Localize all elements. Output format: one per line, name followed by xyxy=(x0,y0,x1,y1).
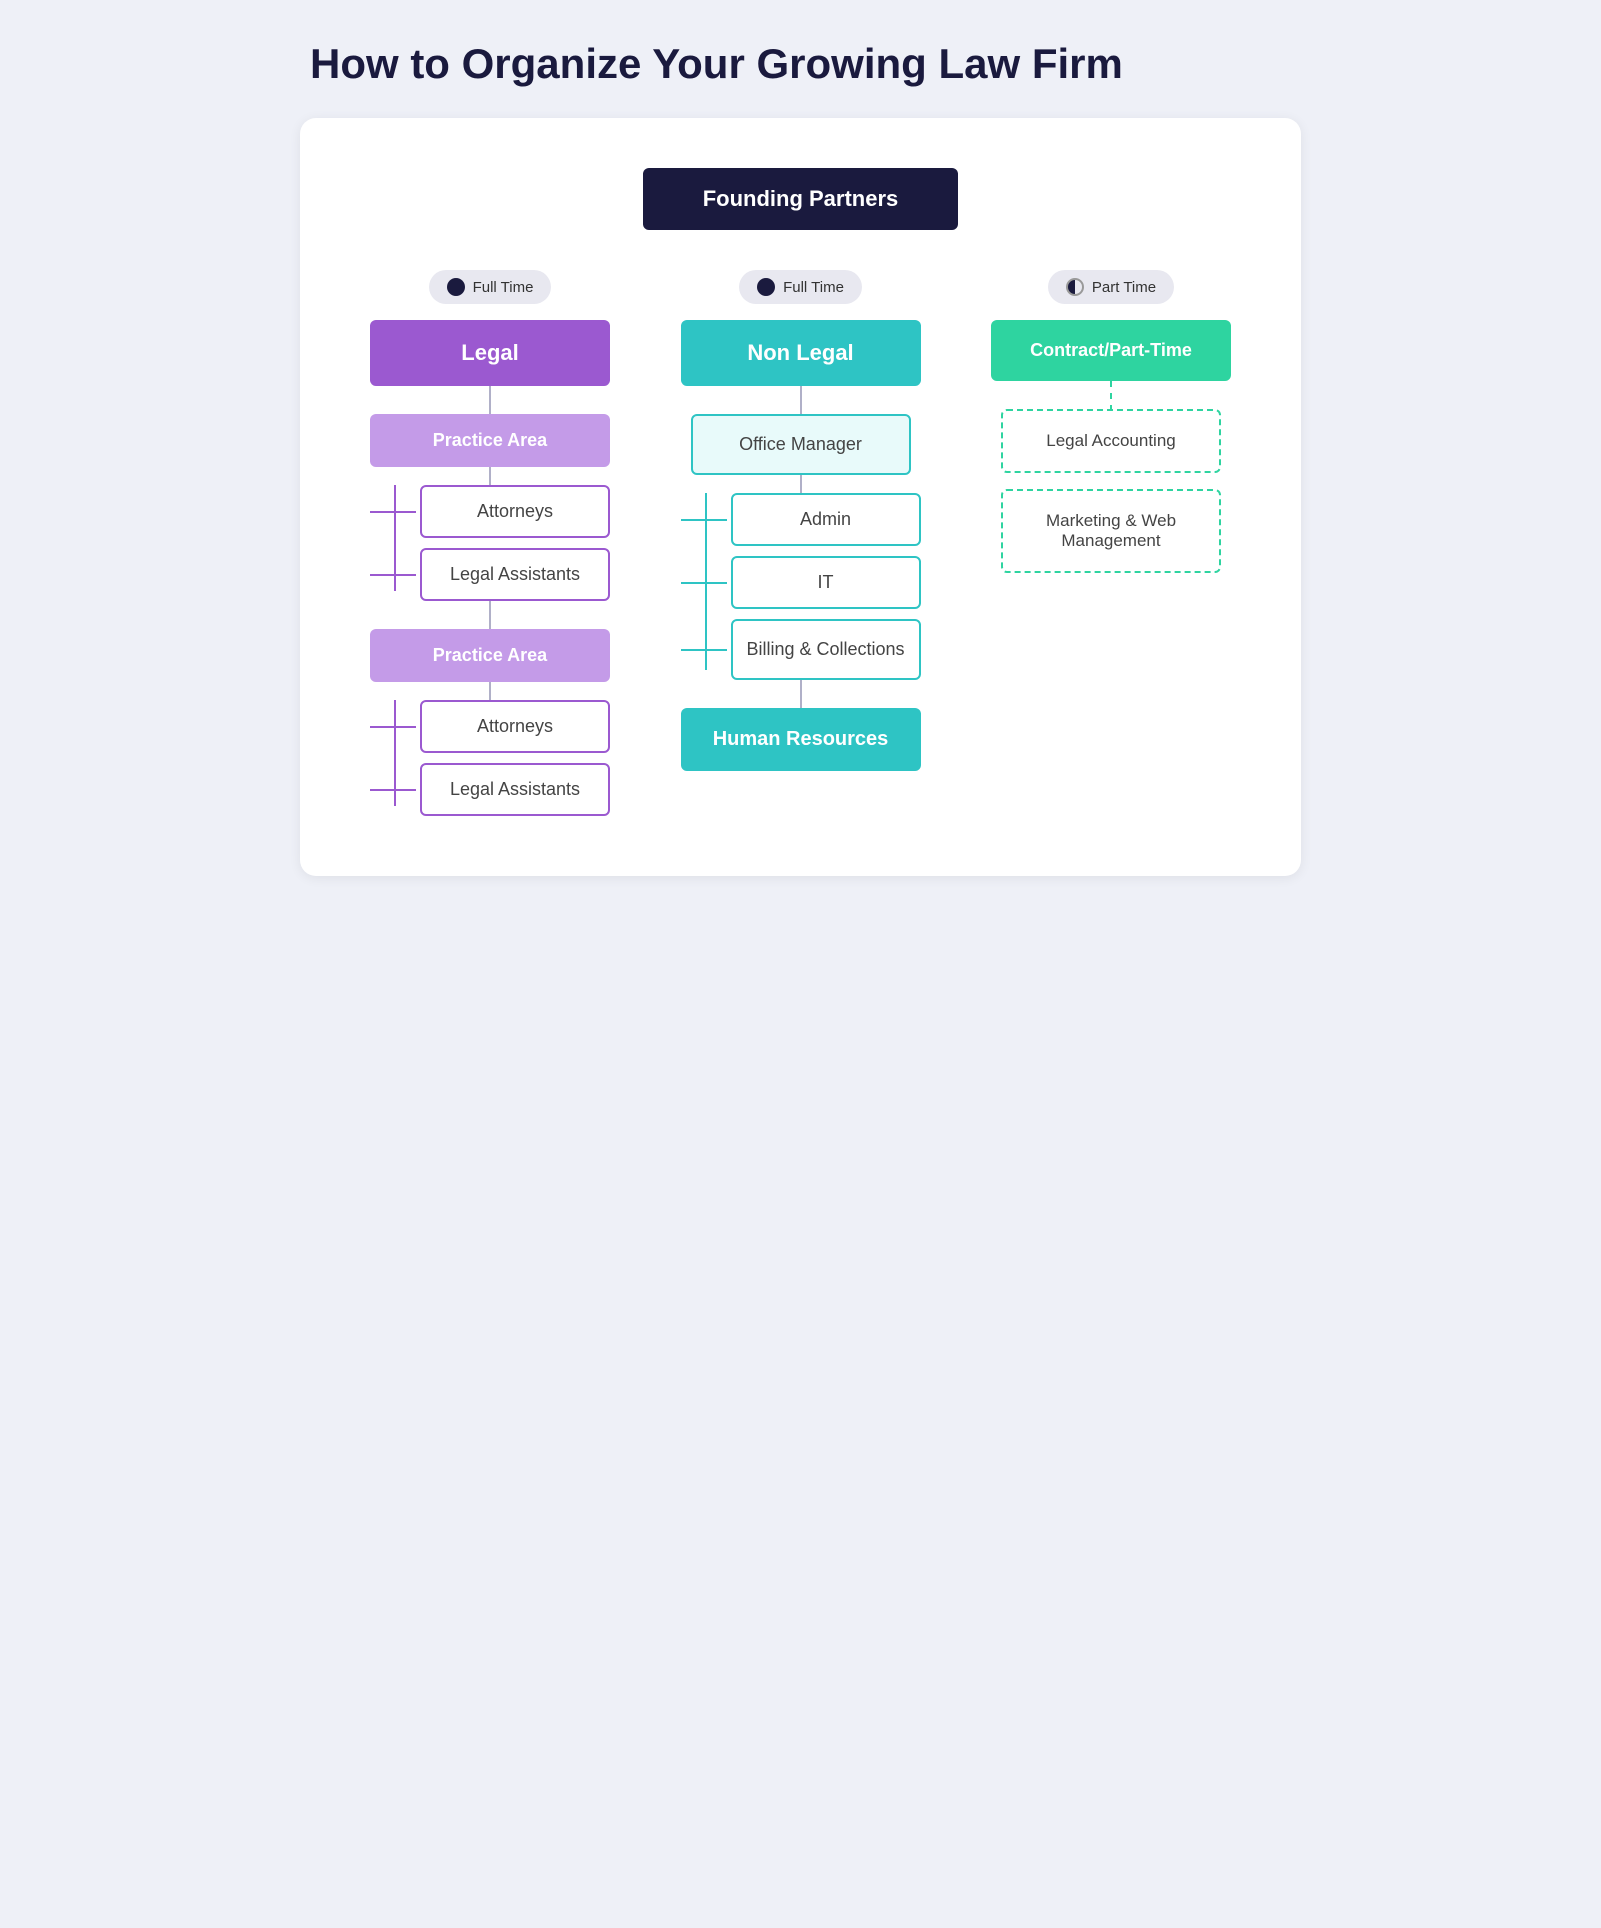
attorney-row-2: Attorneys xyxy=(370,700,610,753)
h-connector-la2 xyxy=(370,789,416,791)
founding-partners-box: Founding Partners xyxy=(643,168,959,230)
three-columns: Full Time Legal Practice Area xyxy=(340,230,1261,816)
h-connector-la1 xyxy=(370,574,416,576)
full-time-icon-left xyxy=(447,278,465,296)
legal-category-box: Legal xyxy=(370,320,610,386)
org-chart: Full Time Legal Practice Area xyxy=(340,230,1261,816)
nonlegal-v-line1 xyxy=(800,386,802,414)
contract-badge-label: Part Time xyxy=(1092,279,1156,296)
practice-area-2-box: Practice Area xyxy=(370,629,610,682)
contract-badge: Part Time xyxy=(1048,270,1174,304)
nonlegal-v-line3 xyxy=(800,680,802,708)
nonlegal-badge: Full Time xyxy=(739,270,862,304)
pa2-v-line xyxy=(489,682,491,700)
marketing-box: Marketing & Web Management xyxy=(1001,489,1221,573)
legal-assistants-row-2: Legal Assistants xyxy=(370,763,610,816)
admin-box: Admin xyxy=(731,493,921,546)
h-connector-it xyxy=(681,582,727,584)
nonlegal-v-line2 xyxy=(800,475,802,493)
nonlegal-badge-label: Full Time xyxy=(783,279,844,296)
practice-area-2-children: Attorneys Legal Assistants xyxy=(370,700,610,816)
contract-category-box: Contract/Part-Time xyxy=(991,320,1231,381)
office-manager-children: Admin IT Billing & Collections xyxy=(681,493,921,680)
practice-area-1: Practice Area Attorneys xyxy=(340,414,640,601)
page-title: How to Organize Your Growing Law Firm xyxy=(300,40,1301,88)
billing-row: Billing & Collections xyxy=(681,619,921,680)
contract-v-line1 xyxy=(1110,381,1112,409)
billing-box: Billing & Collections xyxy=(731,619,921,680)
nonlegal-category-box: Non Legal xyxy=(681,320,921,386)
contract-column: Part Time Contract/Part-Time Legal Accou… xyxy=(961,270,1261,573)
part-time-icon xyxy=(1066,278,1084,296)
legal-assistants-2-box: Legal Assistants xyxy=(420,763,610,816)
legal-badge: Full Time xyxy=(429,270,552,304)
attorneys-1-box: Attorneys xyxy=(420,485,610,538)
admin-row: Admin xyxy=(681,493,921,546)
office-manager-box: Office Manager xyxy=(691,414,911,475)
practice-area-2: Practice Area Attorneys xyxy=(340,629,640,816)
chart-container: Founding Partners Full Time Lega xyxy=(300,118,1301,876)
full-time-icon-mid xyxy=(757,278,775,296)
pa1-v-line xyxy=(489,467,491,485)
human-resources-box: Human Resources xyxy=(681,708,921,771)
h-connector-atty1 xyxy=(370,511,416,513)
attorney-row-1: Attorneys xyxy=(370,485,610,538)
h-connector-atty2 xyxy=(370,726,416,728)
legal-column: Full Time Legal Practice Area xyxy=(340,270,640,816)
legal-assistants-row-1: Legal Assistants xyxy=(370,548,610,601)
legal-badge-label: Full Time xyxy=(473,279,534,296)
page-wrapper: How to Organize Your Growing Law Firm Fo… xyxy=(300,40,1301,876)
h-connector-billing xyxy=(681,649,727,651)
legal-accounting-box: Legal Accounting xyxy=(1001,409,1221,473)
attorneys-2-box: Attorneys xyxy=(420,700,610,753)
h-connector-admin xyxy=(681,519,727,521)
legal-assistants-1-box: Legal Assistants xyxy=(420,548,610,601)
nonlegal-column: Full Time Non Legal Office Manager xyxy=(651,270,951,771)
practice-area-1-children: Attorneys Legal Assistants xyxy=(370,485,610,601)
it-row: IT xyxy=(681,556,921,609)
top-node-row: Founding Partners xyxy=(340,168,1261,230)
it-box: IT xyxy=(731,556,921,609)
mid-v-line xyxy=(489,601,491,629)
practice-area-1-box: Practice Area xyxy=(370,414,610,467)
legal-v-line xyxy=(489,386,491,414)
